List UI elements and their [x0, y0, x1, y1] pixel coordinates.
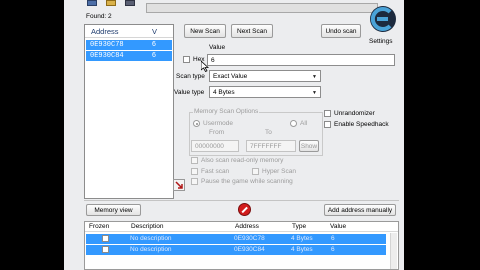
table-scrollbar[interactable] [390, 233, 397, 269]
frozen-checkbox[interactable] [102, 246, 109, 253]
open-process-icon[interactable] [87, 0, 97, 6]
hyper-scan-label: Hyper Scan [262, 168, 296, 175]
new-scan-button[interactable]: New Scan [184, 24, 226, 38]
add-address-manually-button[interactable]: Add address manually [324, 204, 396, 216]
usermode-radio[interactable] [193, 120, 200, 127]
value-type-value: 4 Bytes [213, 88, 235, 96]
speedhack-checkbox[interactable] [324, 121, 331, 128]
pause-game-label: Pause the game while scanning [201, 178, 293, 185]
row-value: 6 [331, 235, 335, 242]
scan-progress-bar [146, 3, 378, 13]
row-description: No description [130, 235, 172, 242]
all-radio[interactable] [290, 120, 297, 127]
to-label: To [265, 129, 272, 136]
row-address: 0E930C78 [234, 235, 265, 242]
chevron-down-icon: ▼ [312, 74, 317, 80]
value-input[interactable]: 6 [207, 54, 395, 66]
unrandomizer-checkbox[interactable] [324, 110, 331, 117]
memory-scan-options-title: Memory Scan Options [193, 108, 260, 115]
row-type: 4 Bytes [291, 246, 313, 253]
found-count-label: Found: 2 [86, 13, 112, 20]
col-address[interactable]: Address [235, 223, 259, 230]
address-list-header: Address V [85, 25, 173, 38]
add-selected-arrow-icon[interactable] [173, 179, 185, 191]
scan-type-select[interactable]: Exact Value ▼ [209, 70, 321, 82]
speedhack-label: Enable Speedhack [334, 121, 389, 128]
settings-label[interactable]: Settings [369, 38, 393, 45]
table-row[interactable]: No description 0E930C84 4 Bytes 6 [86, 245, 386, 255]
address-row[interactable]: 0E930C84 6 [86, 51, 172, 61]
row-description: No description [130, 246, 172, 253]
col-description[interactable]: Description [131, 223, 164, 230]
col-frozen[interactable]: Frozen [89, 223, 109, 230]
header-address[interactable]: Address [91, 27, 119, 36]
memory-view-button[interactable]: Memory view [86, 204, 141, 216]
hex-checkbox[interactable] [183, 56, 190, 63]
row-value: 6 [152, 41, 156, 48]
row-value: 6 [152, 52, 156, 59]
col-value[interactable]: Value [330, 223, 346, 230]
cheat-table[interactable]: Frozen Description Address Type Value No… [84, 221, 399, 270]
col-type[interactable]: Type [292, 223, 306, 230]
cheat-table-header: Frozen Description Address Type Value [85, 222, 398, 232]
show-button[interactable]: Show [299, 140, 319, 152]
from-label: From [209, 129, 225, 136]
arrow-down-right-icon [174, 180, 183, 189]
stop-icon[interactable] [238, 203, 251, 216]
value-type-label: Value type [174, 89, 205, 96]
row-address: 0E930C78 [90, 41, 124, 49]
address-row[interactable]: 0E930C78 6 [86, 40, 172, 50]
row-type: 4 Bytes [291, 235, 313, 242]
pause-game-checkbox[interactable] [191, 178, 198, 185]
row-address: 0E930C84 [90, 52, 124, 60]
value-label: Value [209, 44, 226, 51]
scan-type-label: Scan type [176, 73, 205, 80]
header-value[interactable]: V [152, 27, 157, 36]
readonly-checkbox[interactable] [191, 157, 198, 164]
readonly-label: Also scan read-only memory [201, 157, 284, 164]
next-scan-button[interactable]: Next Scan [231, 24, 273, 38]
from-address-input[interactable]: 00000000 [191, 140, 239, 152]
value-type-select[interactable]: 4 Bytes ▼ [209, 86, 321, 98]
open-file-icon[interactable] [106, 0, 116, 6]
row-value: 6 [331, 246, 335, 253]
save-icon[interactable] [125, 0, 135, 6]
all-label: All [300, 120, 308, 127]
fast-scan-checkbox[interactable] [191, 168, 198, 175]
to-address-input[interactable]: 7FFFFFFF [246, 140, 296, 152]
usermode-label: Usermode [203, 120, 233, 127]
unrandomizer-label: Unrandomizer [334, 110, 375, 117]
frozen-checkbox[interactable] [102, 235, 109, 242]
hyper-scan-checkbox[interactable] [252, 168, 259, 175]
mouse-cursor-icon [201, 61, 209, 72]
chevron-down-icon: ▼ [312, 90, 317, 96]
found-address-list[interactable]: Address V 0E930C78 6 0E930C84 6 [84, 24, 174, 199]
scan-type-value: Exact Value [213, 72, 248, 80]
fast-scan-label: Fast scan [201, 168, 230, 175]
table-row[interactable]: No description 0E930C78 4 Bytes 6 [86, 234, 386, 244]
undo-scan-button[interactable]: Undo scan [321, 24, 361, 38]
cheat-engine-logo-icon[interactable] [368, 4, 398, 34]
panel-divider [84, 200, 399, 201]
row-address: 0E930C84 [234, 246, 265, 253]
cheat-engine-window: Found: 2 Settings Address V 0E930C78 6 0… [64, 0, 404, 270]
